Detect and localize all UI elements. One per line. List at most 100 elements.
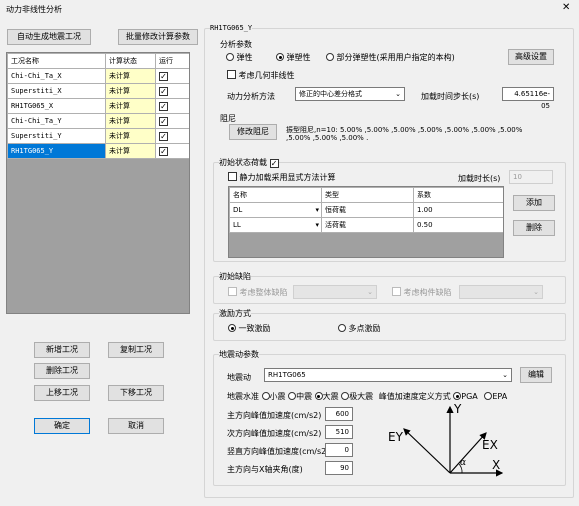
advanced-settings-button[interactable]: 高级设置 — [508, 49, 554, 65]
global-defect-select[interactable]: ⌄ — [293, 285, 377, 299]
angle-input[interactable]: 90 — [325, 461, 353, 475]
table-row[interactable]: Superstiti_X 未计算 ✓ — [7, 83, 189, 99]
run-checkbox[interactable]: ✓ — [159, 101, 168, 111]
case-table: 工况名称 计算状态 运行 Chi-Chi_Ta_X 未计算 ✓ Supersti… — [6, 52, 190, 314]
radio-icon[interactable] — [276, 53, 284, 61]
opt-elastic[interactable]: 弹性 — [226, 52, 253, 63]
initial-load-checkbox[interactable]: ✓ — [269, 159, 279, 168]
sec-pga-label: 次方向峰值加速度(cm/s2) — [227, 429, 322, 438]
header-load-coef: 系数 — [413, 187, 503, 203]
damping-text-line2: ,5.00% ,5.00% ,5.00% . — [286, 134, 369, 142]
table-row[interactable]: Chi-Chi_Ta_Y 未计算 ✓ — [7, 113, 189, 129]
wave-label: 地震动 — [227, 373, 251, 382]
checkbox-icon[interactable] — [392, 287, 401, 296]
header-status: 计算状态 — [105, 53, 156, 69]
delete-load-button[interactable]: 删除 — [513, 220, 555, 236]
edit-wave-button[interactable]: 编辑 — [520, 367, 552, 383]
vert-pga-label: 竖直方向峰值加速度(cm/s2) — [227, 447, 330, 456]
ex-axis-line — [449, 432, 487, 474]
move-down-case-button[interactable]: 下移工况 — [108, 385, 164, 401]
radio-icon[interactable] — [338, 324, 346, 332]
auto-generate-seismic-case-button[interactable]: 自动生成地震工况 — [7, 29, 91, 45]
radio-icon[interactable] — [326, 53, 334, 61]
checkbox-icon[interactable] — [227, 70, 236, 79]
chevron-down-icon: ⌄ — [533, 288, 539, 296]
vert-pga-input[interactable]: 0 — [325, 443, 353, 457]
header-load-name: 名称 — [229, 187, 322, 203]
initial-load-label: 初始状态荷载 ✓ — [219, 157, 279, 168]
chevron-down-icon[interactable]: ▾ — [315, 221, 319, 229]
step-input[interactable]: 4.65116e-05 — [502, 87, 554, 110]
method-label: 动力分析方法 — [227, 92, 275, 101]
batch-modify-params-button[interactable]: 批量修改计算参数 — [118, 29, 198, 45]
table-row-selected[interactable]: RH1TG065_Y 未计算 ✓ — [7, 143, 189, 159]
diagram-ex-label: EX — [482, 438, 498, 452]
wave-select[interactable]: RH1TG065 ⌄ — [264, 368, 512, 382]
header-load-type: 类型 — [321, 187, 414, 203]
level-extreme[interactable]: 极大震 — [341, 392, 373, 401]
load-time-input[interactable]: 10 — [509, 170, 553, 184]
run-checkbox[interactable]: ✓ — [159, 116, 168, 126]
member-defect-select[interactable]: ⌄ — [459, 285, 543, 299]
diagram-y-label: Y — [453, 402, 462, 416]
step-label: 加载时间步长(s) — [421, 92, 480, 101]
copy-case-button[interactable]: 复制工况 — [108, 342, 164, 358]
level-small[interactable]: 小震 — [261, 392, 286, 401]
run-checkbox[interactable]: ✓ — [159, 86, 168, 96]
opt-plastic[interactable]: 弹塑性 — [276, 52, 311, 63]
delete-case-button[interactable]: 删除工况 — [34, 363, 90, 379]
global-defect-checkbox[interactable]: 考虑整体缺陷 — [228, 287, 288, 298]
opt-uniform-excitation[interactable]: 一致激励 — [228, 323, 271, 334]
table-row[interactable]: Chi-Chi_Ta_X 未计算 ✓ — [7, 68, 189, 84]
level-medium[interactable]: 中震 — [288, 392, 312, 401]
radio-icon[interactable] — [228, 324, 236, 332]
static-explicit-checkbox[interactable]: 静力加载采用显式方法计算 — [228, 172, 336, 183]
chevron-down-icon: ⌄ — [502, 371, 508, 379]
radio-icon[interactable] — [341, 392, 350, 400]
case-table-grid: 工况名称 计算状态 运行 Chi-Chi_Ta_X 未计算 ✓ Supersti… — [7, 53, 189, 159]
diagram-x-label: X — [492, 458, 500, 472]
chevron-down-icon[interactable]: ▾ — [315, 206, 319, 214]
table-row[interactable]: RH1TG065_X 未计算 ✓ — [7, 98, 189, 114]
run-checkbox[interactable]: ✓ — [159, 146, 168, 156]
move-up-case-button[interactable]: 上移工况 — [34, 385, 90, 401]
analysis-params-label: 分析参数 — [220, 39, 252, 50]
sec-pga-input[interactable]: 510 — [325, 425, 353, 439]
member-defect-checkbox[interactable]: 考虑构件缺陷 — [392, 287, 452, 298]
modify-damping-button[interactable]: 修改阻尼 — [229, 124, 277, 140]
header-case-name: 工况名称 — [7, 53, 106, 69]
cancel-button[interactable]: 取消 — [108, 418, 164, 434]
main-pga-label: 主方向峰值加速度(cm/s2) — [227, 411, 322, 420]
load-time-label: 加载时长(s) — [458, 174, 501, 183]
checkbox-icon[interactable] — [228, 172, 237, 181]
opt-multi-excitation[interactable]: 多点激励 — [338, 323, 381, 334]
method-select[interactable]: 修正的中心差分格式 ⌄ — [295, 87, 405, 101]
diagram-alpha-label: α — [460, 458, 466, 468]
chevron-down-icon: ⌄ — [367, 288, 373, 296]
radio-icon[interactable] — [261, 392, 270, 400]
radio-icon[interactable] — [226, 53, 234, 61]
window-title: 动力非线性分析 — [6, 5, 62, 14]
excitation-label: 激励方式 — [219, 308, 251, 319]
table-row[interactable]: DL ▾ 恒荷载 1.00 — [229, 202, 503, 218]
add-case-button[interactable]: 新增工况 — [34, 342, 90, 358]
load-table: 名称 类型 系数 DL ▾ 恒荷载 1.00 LL ▾ 活荷载 0.50 — [228, 186, 504, 258]
ok-button[interactable]: 确定 — [34, 418, 90, 434]
table-row[interactable]: LL ▾ 活荷载 0.50 — [229, 217, 503, 233]
close-icon[interactable]: ✕ — [562, 2, 570, 13]
checkbox-icon[interactable] — [228, 287, 237, 296]
add-load-button[interactable]: 添加 — [513, 195, 555, 211]
run-checkbox[interactable]: ✓ — [159, 131, 168, 141]
geo-nonlinear-checkbox[interactable]: 考虑几何非线性 — [227, 70, 295, 81]
defect-label: 初始缺陷 — [219, 271, 251, 282]
opt-partial-plastic[interactable]: 部分弹塑性(采用用户指定的本构) — [326, 52, 455, 63]
radio-icon[interactable] — [288, 392, 297, 400]
seismic-label: 地震动参数 — [219, 349, 259, 360]
level-large[interactable]: 大震 — [314, 392, 339, 401]
run-checkbox[interactable]: ✓ — [159, 71, 168, 81]
table-row[interactable]: Superstiti_Y 未计算 ✓ — [7, 128, 189, 144]
radio-icon[interactable] — [314, 392, 323, 400]
direction-diagram: Y X EX EY α — [388, 402, 504, 477]
header-run: 运行 — [155, 53, 189, 69]
main-pga-input[interactable]: 600 — [325, 407, 353, 421]
